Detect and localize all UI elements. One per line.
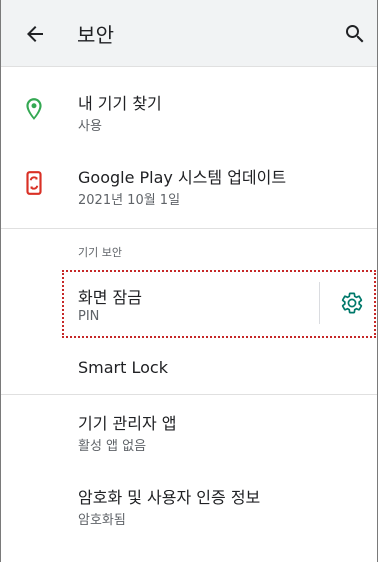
highlight-box [62,270,376,338]
find-device-title: 내 기기 찾기 [78,94,162,113]
system-update-date: 2021년 10월 1일 [78,193,181,208]
search-icon[interactable] [343,22,367,46]
app-bar: 보안 [1,0,377,67]
arrow-back-icon[interactable] [23,22,47,46]
device-admin-status: 활성 앱 없음 [78,439,147,454]
list-item-smart-lock[interactable]: Smart Lock [1,344,377,392]
device-admin-title: 기기 관리자 앱 [78,414,177,433]
list-item-device-admin[interactable]: 기기 관리자 앱 활성 앱 없음 [1,400,377,464]
list-item-system-update[interactable]: Google Play 시스템 업데이트 2021년 10월 1일 [1,152,377,216]
section-divider [1,228,377,229]
phone-update-icon [21,170,47,196]
location-pin-icon [21,96,47,122]
section-header-device-security: 기기 보안 [78,246,122,259]
page-title: 보안 [77,23,115,47]
encryption-status: 암호화됨 [78,513,126,528]
screen: 보안 내 기기 찾기 사용 Google Play 시스템 업데이트 2021년… [0,0,378,562]
list-item-encryption[interactable]: 암호화 및 사용자 인증 정보 암호화됨 [1,474,377,538]
list-item-find-device[interactable]: 내 기기 찾기 사용 [1,80,377,144]
section-divider [1,394,377,395]
system-update-title: Google Play 시스템 업데이트 [78,168,287,187]
find-device-status: 사용 [78,119,102,134]
encryption-title: 암호화 및 사용자 인증 정보 [78,488,261,507]
smart-lock-title: Smart Lock [78,358,168,377]
